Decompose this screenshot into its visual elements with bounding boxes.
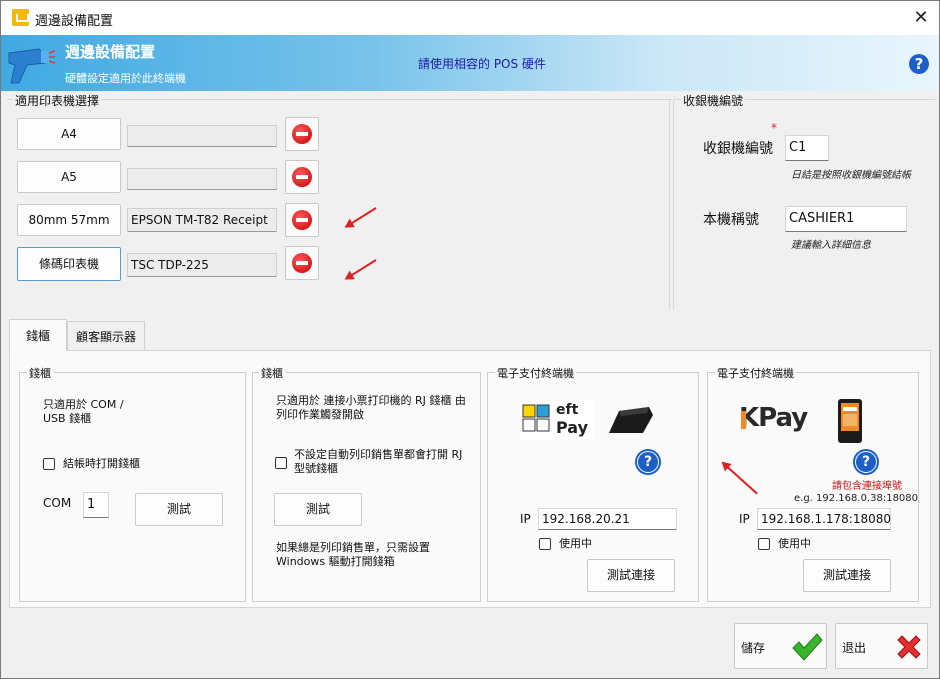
checkmark-icon — [792, 633, 823, 661]
kpay-help-icon[interactable]: ? — [855, 451, 877, 473]
required-mark: * — [771, 121, 777, 135]
window-title: 週邊設備配置 — [35, 14, 114, 29]
rj-auto-open-checkbox[interactable] — [275, 457, 287, 469]
cashier-group-label: 收銀機編號 — [681, 92, 746, 109]
device-name-hint: 建議輸入詳細信息 — [791, 240, 871, 251]
drawer-com-label: 錢櫃 — [27, 365, 53, 381]
exit-button[interactable]: 退出 — [835, 623, 928, 669]
printer-a4-button[interactable]: A4 — [17, 118, 121, 150]
com-label: COM — [43, 496, 72, 510]
remove-icon — [292, 253, 312, 273]
close-window-button[interactable]: ✕ — [907, 5, 935, 31]
eftpay-logo-text-2: Pay — [556, 418, 589, 437]
eftpay-grid-icon — [522, 404, 550, 432]
device-name-input[interactable]: CASHIER1 — [785, 206, 907, 232]
kpay-test-connection-button[interactable]: 測試連接 — [803, 559, 891, 592]
drawer-rj-desc: 只適用於 連接小票打印機的 RJ 錢櫃 由列印作業觸發開啟 — [276, 394, 466, 421]
cashier-number-input[interactable]: C1 — [785, 135, 829, 161]
kpay-logo: KPay — [739, 403, 808, 433]
banner-note: 請使用相容的 POS 硬件 — [418, 57, 546, 71]
tab-cash-drawer[interactable]: 錢櫃 — [9, 319, 67, 351]
kpay-terminal-icon — [838, 399, 862, 443]
eftpay-label: 電子支付終端機 — [495, 365, 576, 381]
printer-barcode-field[interactable]: TSC TDP-225 — [127, 253, 277, 277]
cashier-number-label: 收銀機編號 — [703, 141, 773, 157]
card-terminal-icon — [609, 407, 653, 433]
remove-icon — [292, 210, 312, 230]
eftpay-test-connection-button[interactable]: 測試連接 — [587, 559, 675, 592]
cashier-number-hint: 日結是按照收銀機編號結帳 — [791, 170, 911, 181]
eftpay-in-use-label: 使用中 — [559, 537, 592, 550]
printer-a4-delete-button[interactable] — [285, 117, 319, 151]
save-button[interactable]: 儲存 — [734, 623, 827, 669]
com-port-input[interactable]: 1 — [83, 492, 109, 518]
barcode-scanner-icon — [8, 48, 55, 84]
eftpay-in-use-checkbox[interactable] — [539, 538, 551, 550]
dialog-window: 週邊設備配置 ✕ 週邊設備配置 硬體設定適用於此終端機 請使用相容的 POS 硬… — [0, 0, 940, 679]
kpay-port-warning: 請包含連接埠號 — [832, 481, 902, 492]
cashier-group — [673, 100, 935, 310]
open-drawer-on-checkout-label: 結帳時打開錢櫃 — [63, 457, 140, 470]
drawer-rj-label: 錢櫃 — [259, 365, 285, 381]
eftpay-logo: eft Pay — [520, 400, 594, 440]
help-icon[interactable]: ? — [908, 53, 930, 75]
printer-receipt-delete-button[interactable] — [285, 203, 319, 237]
remove-icon — [292, 167, 312, 187]
eftpay-help-icon[interactable]: ? — [637, 451, 659, 473]
printer-a4-field[interactable] — [127, 125, 277, 147]
printer-group-label: 適用印表機選擇 — [13, 92, 102, 109]
drawer-rj-test-button[interactable]: 測試 — [274, 493, 362, 526]
banner-subtitle: 硬體設定適用於此終端機 — [65, 72, 186, 85]
kpay-ip-input[interactable]: 192.168.1.178:18080 — [757, 508, 891, 530]
title-bar: 週邊設備配置 ✕ — [1, 1, 939, 35]
exit-label: 退出 — [842, 641, 867, 655]
kpay-in-use-label: 使用中 — [778, 537, 811, 550]
printer-barcode-button[interactable]: 條碼印表機 — [17, 247, 121, 281]
open-drawer-on-checkout-checkbox[interactable] — [43, 458, 55, 470]
kpay-ip-label: IP — [739, 512, 750, 526]
drawer-rj-note: 如果總是列印銷售單，只需設置 Windows 驅動打開錢箱 — [276, 541, 430, 568]
eftpay-ip-label: IP — [520, 512, 531, 526]
kpay-label: 電子支付終端機 — [715, 365, 796, 381]
kpay-logo-accent — [741, 411, 746, 429]
printer-a5-field[interactable] — [127, 168, 277, 190]
printer-receipt-button[interactable]: 80mm 57mm — [17, 204, 121, 236]
eftpay-ip-input[interactable]: 192.168.20.21 — [538, 508, 677, 530]
tab-customer-display[interactable]: 顧客顯示器 — [67, 321, 145, 351]
printer-a5-delete-button[interactable] — [285, 160, 319, 194]
printer-a5-button[interactable]: A5 — [17, 161, 121, 193]
banner-title: 週邊設備配置 — [65, 43, 156, 61]
header-banner: 週邊設備配置 硬體設定適用於此終端機 請使用相容的 POS 硬件 ? — [1, 35, 939, 91]
eftpay-logo-text-1: eft — [556, 402, 579, 418]
printer-barcode-delete-button[interactable] — [285, 246, 319, 280]
save-label: 儲存 — [741, 641, 766, 655]
printer-receipt-field[interactable]: EPSON TM-T82 Receipt — [127, 208, 277, 232]
kpay-ip-example: e.g. 192.168.0.38:18080 — [794, 493, 919, 504]
drawer-com-test-button[interactable]: 測試 — [135, 493, 223, 526]
drawer-com-desc: 只適用於 COM / USB 錢櫃 — [43, 398, 124, 425]
app-icon — [12, 9, 29, 26]
device-name-label: 本機稱號 — [703, 212, 759, 228]
cross-icon — [897, 635, 921, 659]
remove-icon — [292, 124, 312, 144]
rj-auto-open-label: 不設定自動列印銷售單都會打開 RJ 型號錢櫃 — [294, 448, 463, 475]
kpay-in-use-checkbox[interactable] — [758, 538, 770, 550]
